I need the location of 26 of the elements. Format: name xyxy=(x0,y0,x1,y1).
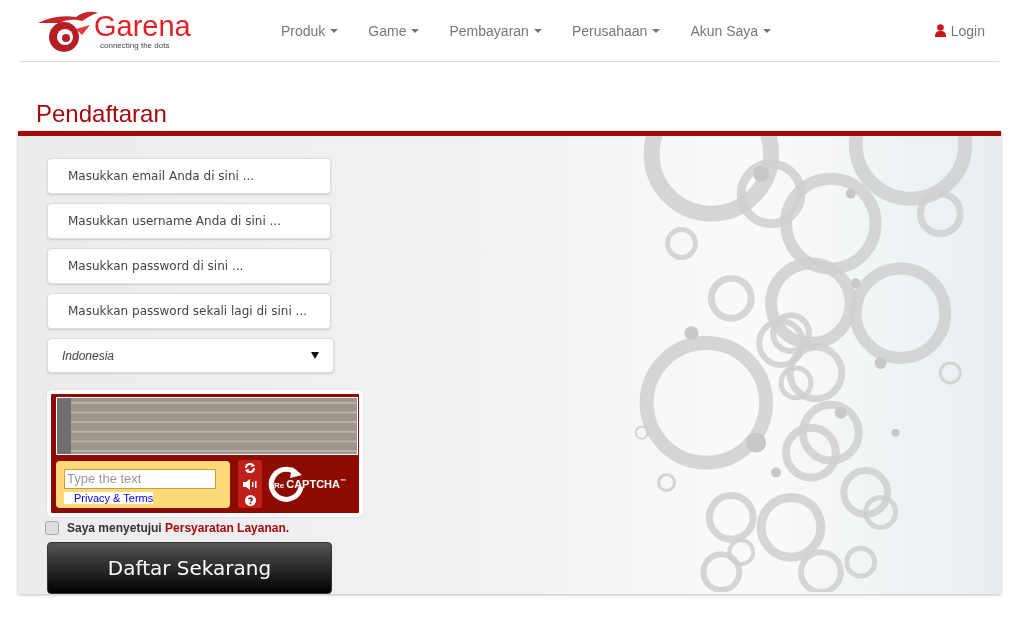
dropdown-arrow-icon xyxy=(311,352,319,359)
register-button[interactable]: Daftar Sekarang xyxy=(47,542,332,594)
user-icon xyxy=(934,24,946,37)
refresh-icon[interactable] xyxy=(244,462,256,475)
terms-link[interactable]: Persyaratan Layanan. xyxy=(165,521,290,535)
nav-menu-item[interactable]: Produk xyxy=(266,22,354,39)
page-title: Pendaftaran xyxy=(35,99,168,129)
text-field[interactable]: Masukkan password sekali lagi di sini ... xyxy=(47,293,331,329)
country-dropdown[interactable]: Indonesia xyxy=(47,338,334,373)
nav-menu-item[interactable]: Akun Saya xyxy=(675,22,787,39)
nav-menu-item[interactable]: Game xyxy=(353,22,435,39)
recaptcha-wordmark: Re CAPTCHA$^{™}$ xyxy=(274,478,346,490)
text-field[interactable]: Masukkan password di sini ... xyxy=(47,248,331,284)
logo-wordmark: Garena xyxy=(94,11,191,41)
speaker-icon[interactable] xyxy=(243,479,257,490)
captcha-input-field[interactable]: Type the text xyxy=(64,468,216,489)
text-field[interactable]: Masukkan username Anda di sini ... xyxy=(47,203,331,239)
logo-tagline: connecting the dots xyxy=(100,41,171,50)
agree-label: Saya menyetujui Persyaratan Layanan. xyxy=(67,521,290,535)
text-field[interactable]: Masukkan email Anda di sini ... xyxy=(47,158,331,194)
nav-menu-item[interactable]: Pembayaran xyxy=(434,22,557,39)
privacy-terms-link[interactable]: Privacy & Terms xyxy=(64,491,154,504)
login-link[interactable]: Login xyxy=(934,22,985,39)
nav-menu-item[interactable]: Perusahaan xyxy=(556,22,676,39)
agree-checkbox[interactable] xyxy=(45,521,59,535)
help-icon[interactable] xyxy=(244,494,256,506)
